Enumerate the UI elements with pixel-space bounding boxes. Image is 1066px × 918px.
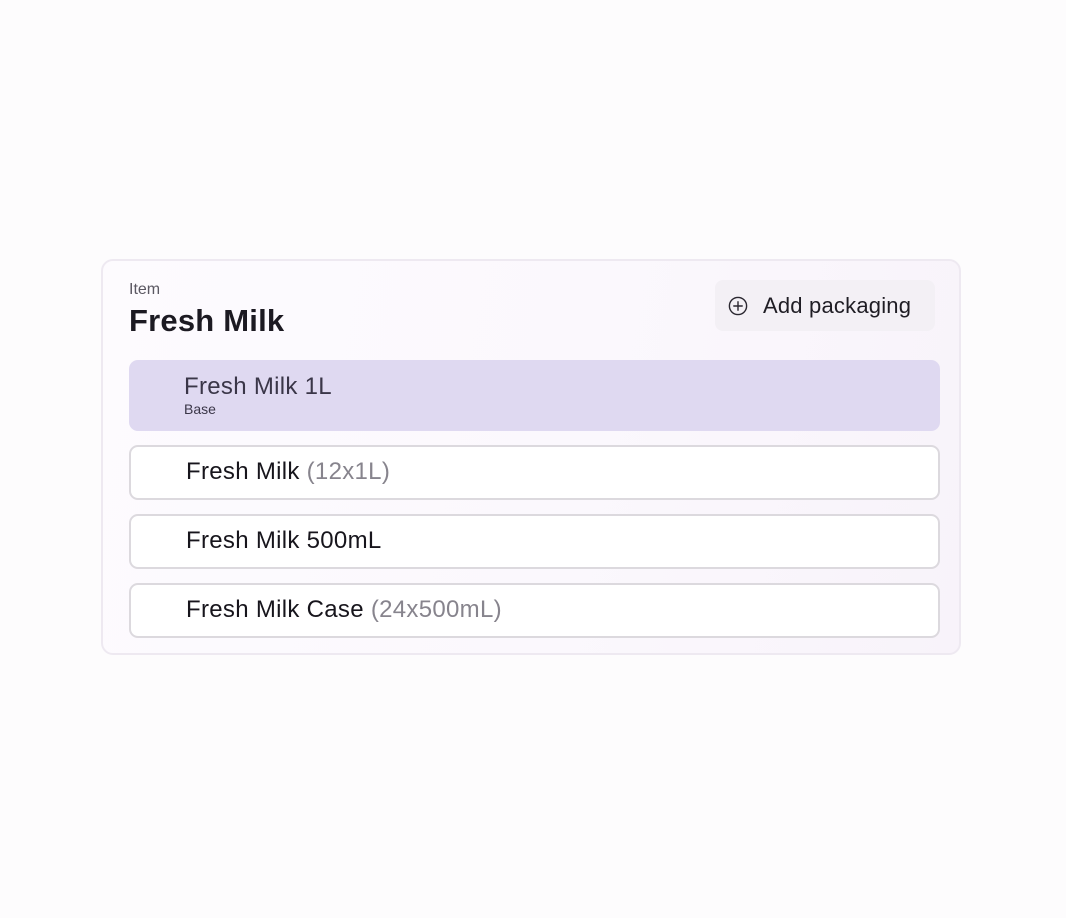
add-packaging-button[interactable]: Add packaging bbox=[715, 280, 935, 331]
packaging-name: Fresh Milk Case (24x500mL) bbox=[186, 596, 502, 624]
packaging-list: Fresh Milk 1L Base Fresh Milk (12x1L) Fr… bbox=[129, 360, 940, 652]
packaging-name: Fresh Milk (12x1L) bbox=[186, 458, 390, 486]
packaging-quantity: (12x1L) bbox=[306, 458, 391, 485]
packaging-name-text: Fresh Milk 500mL bbox=[186, 527, 382, 554]
packaging-name: Fresh Milk 1L bbox=[184, 373, 332, 401]
packaging-item-fresh-milk-500ml[interactable]: Fresh Milk 500mL bbox=[129, 514, 940, 569]
packaging-name-text: Fresh Milk Case bbox=[186, 596, 364, 623]
packaging-item-fresh-milk-1l[interactable]: Fresh Milk 1L Base bbox=[129, 360, 940, 431]
item-packaging-card: Item Fresh Milk Add packaging Fresh Milk… bbox=[101, 259, 961, 655]
packaging-name: Fresh Milk 500mL bbox=[186, 527, 382, 555]
item-title: Fresh Milk bbox=[129, 303, 285, 338]
packaging-item-fresh-milk-case[interactable]: Fresh Milk Case (24x500mL) bbox=[129, 583, 940, 638]
packaging-name-text: Fresh Milk bbox=[186, 458, 300, 485]
packaging-name-text: Fresh Milk 1L bbox=[184, 373, 332, 400]
item-label: Item bbox=[129, 281, 161, 298]
packaging-base-label: Base bbox=[184, 401, 216, 417]
add-packaging-label: Add packaging bbox=[763, 292, 912, 318]
packaging-quantity: (24x500mL) bbox=[370, 596, 502, 623]
packaging-item-fresh-milk-12x1l[interactable]: Fresh Milk (12x1L) bbox=[129, 445, 940, 500]
plus-circle-icon bbox=[728, 296, 748, 316]
